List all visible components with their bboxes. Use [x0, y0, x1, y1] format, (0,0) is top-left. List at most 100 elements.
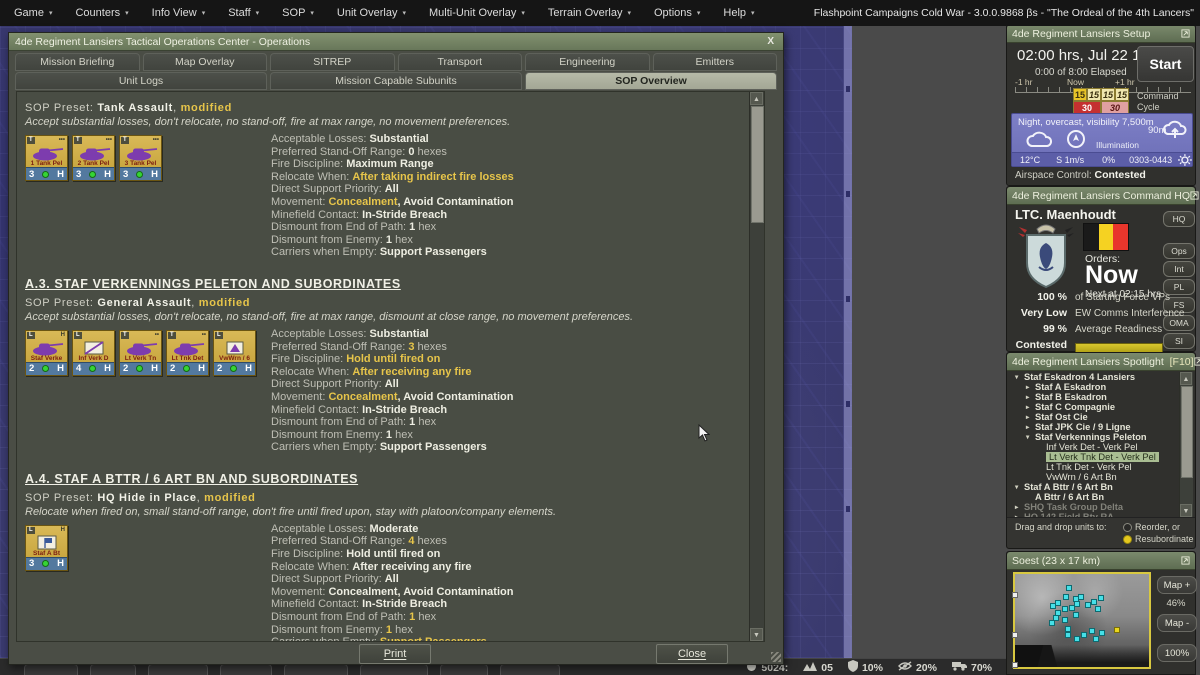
panel-popout-icon[interactable] [1190, 191, 1199, 200]
minimap-handle[interactable] [1012, 592, 1018, 598]
print-button[interactable]: Print [359, 644, 431, 664]
tree-item-lt-tnk-det-verk-pel[interactable]: Lt Tnk Det - Verk Pel [1009, 462, 1179, 472]
panel-popout-icon[interactable] [1181, 556, 1190, 565]
hq-button-si[interactable]: SI [1163, 333, 1195, 349]
sop-detail-row: Fire Discipline: Hold until fired on [271, 548, 742, 561]
tree-item-staf-b-eskadron[interactable]: ▸Staf B Eskadron [1009, 392, 1179, 402]
counter-status-dot-icon [230, 365, 237, 372]
unit-counter-staf-a-bt[interactable]: LHStaf A Bt3H [25, 525, 68, 571]
minimap-handle[interactable] [1012, 632, 1018, 638]
map-zoom-out-button[interactable]: Map - [1157, 614, 1197, 632]
menu-item-game[interactable]: Game▾ [14, 7, 52, 19]
hq-button-int[interactable]: Int [1163, 261, 1195, 277]
tree-item-inf-verk-det-verk-pel[interactable]: Inf Verk Det - Verk Pel [1009, 442, 1179, 452]
panel-popout-icon[interactable] [1194, 357, 1200, 366]
airspace-label: Airspace Control: [1015, 170, 1092, 181]
tab-emitters[interactable]: Emitters [653, 53, 778, 71]
tree-item-staf-verkennings-peleton[interactable]: ▾Staf Verkennings Peleton [1009, 432, 1179, 442]
setup-panel-header[interactable]: 4de Regiment Lansiers Setup [1007, 25, 1195, 43]
minimap-unit-dot [1089, 628, 1095, 634]
minimap[interactable] [1013, 572, 1151, 669]
tree-item-shq-task-group-delta[interactable]: ▸SHQ Task Group Delta [1009, 502, 1179, 512]
tab-sitrep[interactable]: SITREP [270, 53, 395, 71]
bottom-toolbar-button[interactable] [24, 664, 78, 675]
unit-counter-vwwrn-6[interactable]: LVwWrn / 62H [213, 330, 256, 376]
start-button[interactable]: Start [1137, 46, 1194, 82]
menu-item-info-view[interactable]: Info View▾ [152, 7, 206, 19]
scrollbar-thumb[interactable] [751, 106, 764, 223]
scroll-up-icon[interactable]: ▲ [1180, 372, 1192, 385]
dialog-scrollbar[interactable]: ▲ ▼ [749, 92, 764, 641]
menu-item-label: Game [14, 7, 44, 19]
tree-item-staf-eskadron-4-lansiers[interactable]: ▾Staf Eskadron 4 Lansiers [1009, 372, 1179, 382]
minimap-handle[interactable] [1012, 662, 1018, 668]
menu-item-options[interactable]: Options▾ [654, 7, 700, 19]
map-zoom-in-button[interactable]: Map + [1157, 576, 1197, 594]
bottom-toolbar-button[interactable] [360, 664, 428, 675]
tree-item-staf-ost-cie[interactable]: ▸Staf Ost Cie [1009, 412, 1179, 422]
unit-counter-lt-verk-tn[interactable]: T••Lt Verk Tn2H [119, 330, 162, 376]
unit-counter-lt-tnk-det[interactable]: T••Lt Tnk Det2H [166, 330, 209, 376]
unit-counter-3-tank-pel[interactable]: T•••3 Tank Pel3H [119, 135, 162, 181]
tree-item-staf-c-compagnie[interactable]: ▸Staf C Compagnie [1009, 402, 1179, 412]
menu-item-unit-overlay[interactable]: Unit Overlay▾ [337, 7, 406, 19]
unit-counter-1-tank-pel[interactable]: T•••1 Tank Pel3H [25, 135, 68, 181]
menu-item-terrain-overlay[interactable]: Terrain Overlay▾ [548, 7, 631, 19]
bottom-toolbar-button[interactable] [500, 664, 560, 675]
minimap-unit-dot [1062, 617, 1068, 623]
hq-button-hq[interactable]: HQ [1163, 211, 1195, 227]
tab-sop-overview[interactable]: SOP Overview [525, 72, 777, 90]
spotlight-panel-header[interactable]: 4de Regiment Lansiers Spotlight [F10] [1007, 353, 1195, 371]
close-button[interactable]: Close [656, 644, 728, 664]
tree-item-staf-jpk-cie-9-ligne[interactable]: ▸Staf JPK Cie / 9 Ligne [1009, 422, 1179, 432]
menu-item-label: Unit Overlay [337, 7, 398, 19]
tab-unit-logs[interactable]: Unit Logs [15, 72, 267, 90]
scroll-up-icon[interactable]: ▲ [750, 92, 763, 105]
resize-grip[interactable] [771, 652, 781, 662]
unit-counter-staf-verke[interactable]: LHStaf Verke2H [25, 330, 68, 376]
menu-item-help[interactable]: Help▾ [723, 7, 754, 19]
unit-counter-2-tank-pel[interactable]: T•••2 Tank Pel3H [72, 135, 115, 181]
close-icon[interactable]: X [764, 36, 777, 47]
tab-mission-capable-subunits[interactable]: Mission Capable Subunits [270, 72, 522, 90]
spotlight-scrollbar[interactable]: ▲ ▼ [1179, 372, 1193, 517]
tab-transport[interactable]: Transport [398, 53, 523, 71]
tree-item-staf-a-bttr-6-art-bn[interactable]: ▾Staf A Bttr / 6 Art Bn [1009, 482, 1179, 492]
menu-item-counters[interactable]: Counters▾ [75, 7, 128, 19]
tree-item-staf-a-eskadron[interactable]: ▸Staf A Eskadron [1009, 382, 1179, 392]
scroll-down-icon[interactable]: ▼ [750, 628, 763, 641]
bottom-toolbar-button[interactable] [148, 664, 208, 675]
bottom-toolbar-button[interactable] [284, 664, 348, 675]
panel-popout-icon[interactable] [1181, 29, 1190, 38]
map-zoom-full-button[interactable]: 100% [1157, 644, 1197, 662]
reorder-radio[interactable] [1123, 523, 1132, 532]
counter-unit-name: Staf Verke [26, 355, 67, 362]
counter-strength-value: 2 [170, 363, 175, 374]
sop-detail-label: Direct Support Priority: [271, 378, 385, 390]
hq-button-ops[interactable]: Ops [1163, 243, 1195, 259]
tab-engineering[interactable]: Engineering [525, 53, 650, 71]
tab-label: Map Overlay [175, 56, 235, 68]
scroll-down-icon[interactable]: ▼ [1180, 504, 1192, 517]
map-edge-band [843, 26, 852, 658]
menu-item-multi-unit-overlay[interactable]: Multi-Unit Overlay▾ [429, 7, 525, 19]
tree-item-lt-verk-tnk-det-verk-pel[interactable]: Lt Verk Tnk Det - Verk Pel [1009, 452, 1179, 462]
scrollbar-thumb[interactable] [1181, 386, 1193, 478]
resubordinate-radio[interactable] [1123, 535, 1132, 544]
dialog-titlebar[interactable]: 4de Regiment Lansiers Tactical Operation… [9, 33, 783, 51]
tab-label: Transport [437, 56, 482, 68]
bottom-toolbar-button[interactable] [220, 664, 272, 675]
hq-panel-header[interactable]: 4de Regiment Lansiers Command HQ [1007, 187, 1195, 205]
minimap-panel-header[interactable]: Soest (23 x 17 km) [1007, 552, 1195, 570]
tab-mission-briefing[interactable]: Mission Briefing [15, 53, 140, 71]
counter-size-letter: L [215, 332, 223, 339]
tab-map-overlay[interactable]: Map Overlay [143, 53, 268, 71]
hq-panel-title: 4de Regiment Lansiers Command HQ [1012, 190, 1190, 202]
tree-item-vwwrn-6-art-bn[interactable]: VwWrn / 6 Art Bn [1009, 472, 1179, 482]
bottom-toolbar-button[interactable] [440, 664, 488, 675]
tree-item-a-bttr-6-art-bn[interactable]: A Bttr / 6 Art Bn [1009, 492, 1179, 502]
unit-counter-inf-verk-d[interactable]: LInf Verk D4H [72, 330, 115, 376]
menu-item-staff[interactable]: Staff▾ [228, 7, 259, 19]
menu-item-sop[interactable]: SOP▾ [282, 7, 314, 19]
bottom-toolbar-button[interactable] [90, 664, 136, 675]
